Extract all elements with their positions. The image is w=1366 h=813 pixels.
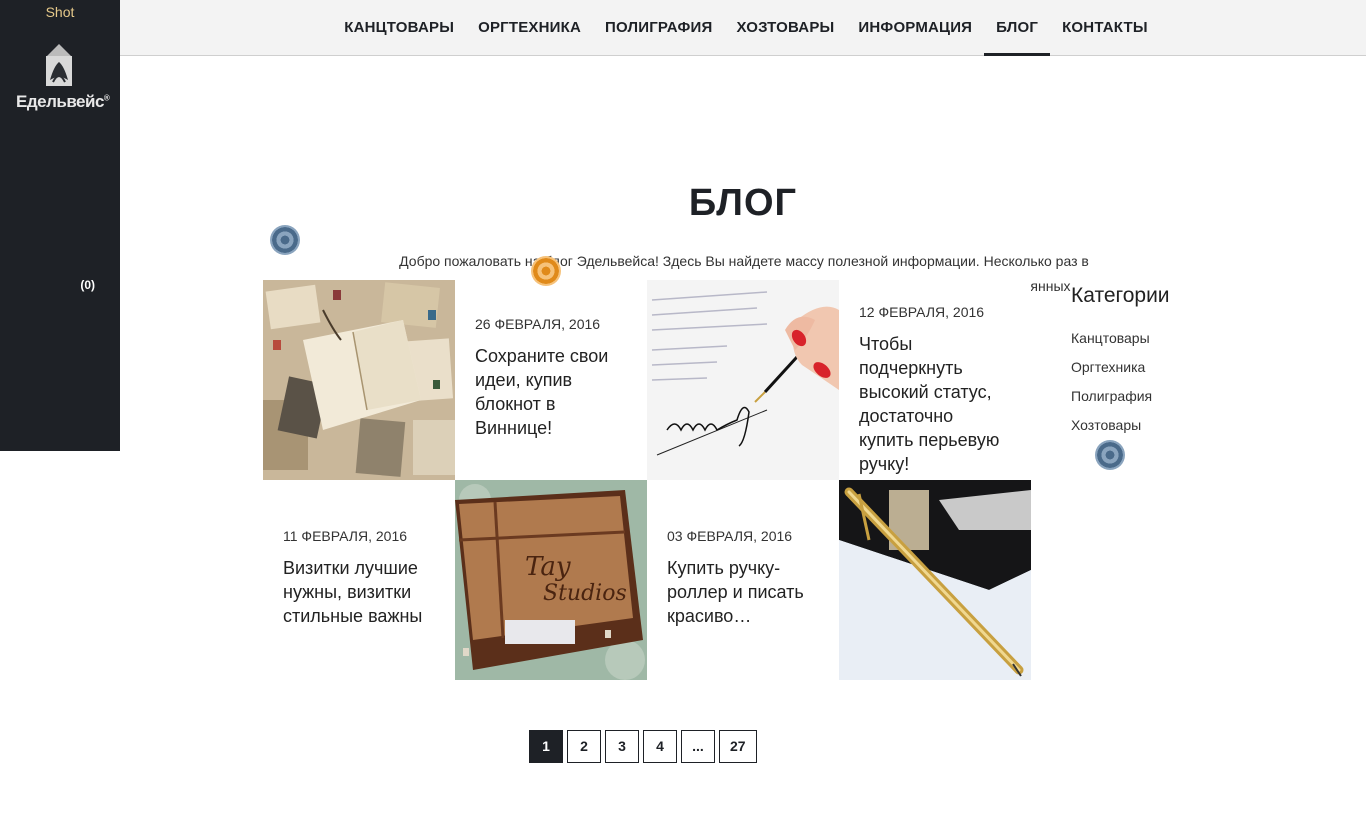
page-link-27[interactable]: 27 [719, 730, 757, 763]
gold-pen-image [839, 480, 1031, 680]
nav-item-informatsiya[interactable]: ИНФОРМАЦИЯ [846, 0, 984, 55]
categories-heading: Категории [1071, 284, 1170, 307]
pencil-logo-icon [46, 44, 72, 86]
pagination: 1 2 3 4 ... 27 [529, 730, 757, 763]
page-title: БЛОГ [688, 182, 798, 224]
categories-widget: Категории Канцтовары Оргтехника Полиграф… [1071, 284, 1271, 446]
post-date: 12 ФЕВРАЛЯ, 2016 [859, 304, 985, 320]
nav-item-kontakty[interactable]: КОНТАКТЫ [1050, 0, 1160, 55]
left-sidebar: Shot Едельвейс® (0) [0, 0, 120, 451]
category-link-kantstovary[interactable]: Канцтовары [1071, 330, 1271, 359]
post-title[interactable]: Чтобы подчеркнуть высокий статус, достат… [859, 332, 1011, 476]
page-link-2[interactable]: 2 [567, 730, 601, 763]
post-card[interactable]: 03 ФЕВРАЛЯ, 2016 Купить ручку-роллер и п… [647, 480, 839, 680]
main-navigation: КАНЦТОВАРЫ ОРГТЕХНИКА ПОЛИГРАФИЯ ХОЗТОВА… [120, 0, 1366, 56]
logo-text: Едельвейс® [16, 92, 110, 111]
post-card[interactable]: 12 ФЕВРАЛЯ, 2016 Чтобы подчеркнуть высок… [839, 280, 1031, 480]
brand-logo[interactable]: Едельвейс® [16, 44, 110, 116]
page-link-3[interactable]: 3 [605, 730, 639, 763]
nav-item-blog[interactable]: БЛОГ [984, 0, 1050, 56]
cart-count[interactable]: (0) [80, 278, 95, 292]
category-link-poligrafiya[interactable]: Полиграфия [1071, 388, 1271, 417]
vintage-postcards-image [263, 280, 455, 480]
nav-item-orgtekhnika[interactable]: ОРГТЕХНИКА [466, 0, 593, 55]
post-image-card-box[interactable]: Tay Studios [455, 480, 647, 680]
post-title[interactable]: Купить ручку-роллер и писать красиво… [667, 556, 819, 628]
spinner-icon [531, 256, 561, 286]
post-card[interactable]: 26 ФЕВРАЛЯ, 2016 Сохраните свои идеи, ку… [455, 280, 647, 480]
shot-label: Shot [45, 4, 75, 20]
spinner-icon [270, 225, 300, 255]
nav-item-poligrafiya[interactable]: ПОЛИГРАФИЯ [593, 0, 724, 55]
post-image-gold-pen[interactable] [839, 480, 1031, 680]
post-date: 03 ФЕВРАЛЯ, 2016 [667, 528, 793, 544]
nav-item-kantstovary[interactable]: КАНЦТОВАРЫ [332, 0, 466, 55]
post-date: 11 ФЕВРАЛЯ, 2016 [283, 528, 408, 544]
post-image-fountain-pen[interactable] [647, 280, 839, 480]
svg-text:Tay: Tay [525, 552, 571, 582]
nav-item-khoztovary[interactable]: ХОЗТОВАРЫ [724, 0, 846, 55]
spinner-icon [1095, 440, 1125, 470]
svg-text:Studios: Studios [543, 581, 627, 606]
post-title[interactable]: Визитки лучшие нужны, визитки стильные в… [283, 556, 435, 628]
category-link-orgtekhnika[interactable]: Оргтехника [1071, 359, 1271, 388]
page-link-1[interactable]: 1 [529, 730, 563, 763]
wooden-card-box-image: Tay Studios [455, 480, 647, 680]
hand-signing-image [647, 280, 839, 480]
post-card[interactable]: 11 ФЕВРАЛЯ, 2016 Визитки лучшие нужны, в… [263, 480, 455, 680]
post-date: 26 ФЕВРАЛЯ, 2016 [475, 316, 601, 332]
post-image-notebook[interactable] [263, 280, 455, 480]
post-title[interactable]: Сохраните свои идеи, купив блокнот в Вин… [475, 344, 627, 440]
page-link-4[interactable]: 4 [643, 730, 677, 763]
page-ellipsis: ... [681, 730, 715, 763]
